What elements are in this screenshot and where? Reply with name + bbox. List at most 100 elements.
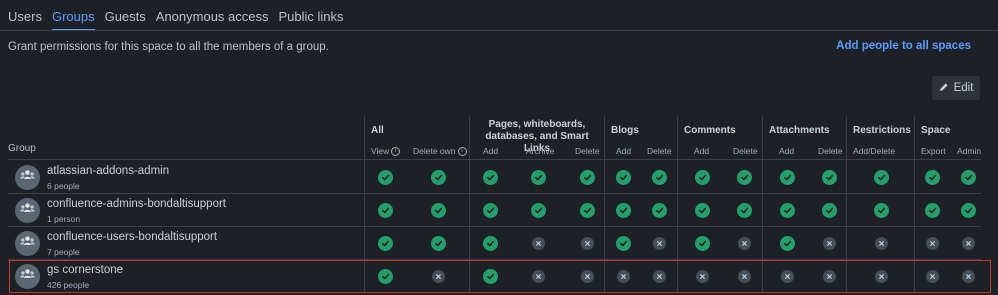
cross-circle-icon[interactable] — [531, 236, 545, 250]
column-header-restrictions-add-delete: Add/Delete — [853, 146, 895, 156]
column-header-attachments-delete: Delete — [818, 146, 843, 156]
check-circle-icon[interactable] — [530, 202, 546, 218]
check-circle-icon[interactable] — [924, 169, 940, 185]
column-header-blogs-add: Add — [616, 146, 631, 156]
check-circle-icon[interactable] — [482, 235, 498, 251]
column-header-label: Admin — [957, 146, 982, 156]
tabs-divider — [0, 30, 998, 31]
check-circle-icon[interactable] — [736, 202, 752, 218]
check-circle-icon[interactable] — [694, 202, 710, 218]
cross-circle-icon[interactable] — [874, 236, 888, 250]
check-circle-icon[interactable] — [736, 169, 752, 185]
column-header-label: Delete — [733, 146, 758, 156]
column-group-header: Restrictions — [853, 125, 911, 136]
column-header-label: View — [371, 146, 390, 156]
cross-circle-icon[interactable] — [925, 236, 939, 250]
check-circle-icon[interactable] — [377, 235, 393, 251]
check-circle-icon[interactable] — [482, 169, 498, 185]
cross-circle-icon[interactable] — [580, 236, 594, 250]
check-circle-icon[interactable] — [615, 202, 631, 218]
group-name[interactable]: confluence-users-bondaltisupport — [47, 231, 217, 243]
column-header-label: Add — [779, 146, 795, 156]
check-circle-icon[interactable] — [579, 202, 595, 218]
column-group-header: Comments — [684, 125, 736, 136]
check-circle-icon[interactable] — [960, 202, 976, 218]
check-circle-icon[interactable] — [779, 235, 795, 251]
column-header-label: Delete — [818, 146, 843, 156]
group-column-header: Group — [8, 143, 36, 154]
column-header-view: View i — [371, 146, 401, 156]
column-header-label: Delete — [575, 146, 600, 156]
column-header-label: Export — [921, 146, 946, 156]
group-icon — [19, 200, 36, 222]
pencil-icon — [939, 82, 949, 95]
check-circle-icon[interactable] — [873, 202, 889, 218]
check-circle-icon[interactable] — [779, 202, 795, 218]
cross-circle-icon[interactable] — [961, 236, 975, 250]
check-circle-icon[interactable] — [482, 202, 498, 218]
check-circle-icon[interactable] — [960, 169, 976, 185]
column-header-comments-add: Add — [694, 146, 709, 156]
column-header-space-export: Export — [921, 146, 946, 156]
column-header-label: Add — [483, 146, 499, 156]
tab-guests[interactable]: Guests — [105, 9, 146, 31]
info-icon[interactable]: i — [457, 146, 467, 156]
check-circle-icon[interactable] — [615, 169, 631, 185]
check-circle-icon[interactable] — [694, 169, 710, 185]
add-people-to-all-spaces-link[interactable]: Add people to all spaces — [836, 40, 971, 52]
column-header-pages-add: Add — [483, 146, 498, 156]
info-icon[interactable]: i — [391, 146, 401, 156]
check-circle-icon[interactable] — [579, 169, 595, 185]
check-circle-icon[interactable] — [430, 202, 446, 218]
column-group-header: Blogs — [611, 125, 639, 136]
table-row: confluence-admins-bondaltisupport 1 perso… — [0, 194, 998, 227]
tab-public-links[interactable]: Public links — [279, 9, 344, 31]
check-circle-icon[interactable] — [530, 169, 546, 185]
row-divider — [8, 159, 981, 160]
column-header-label: Archive — [526, 146, 555, 156]
group-avatar — [15, 231, 40, 256]
check-circle-icon[interactable] — [924, 202, 940, 218]
tab-groups[interactable]: Groups — [51, 9, 95, 31]
check-circle-icon[interactable] — [779, 169, 795, 185]
column-header-pages-archive: Archive — [526, 146, 554, 156]
tab-bar: Users Groups Guests Anonymous access Pub… — [8, 9, 354, 31]
column-header-pages-delete: Delete — [575, 146, 600, 156]
check-circle-icon[interactable] — [651, 169, 667, 185]
group-name[interactable]: confluence-admins-bondaltisupport — [47, 198, 226, 210]
group-avatar — [15, 165, 40, 190]
edit-button[interactable]: Edit — [932, 76, 980, 100]
column-group-header: Space — [921, 125, 951, 136]
column-header-delete-own: Delete own i — [413, 146, 467, 156]
cross-circle-icon[interactable] — [737, 236, 751, 250]
check-circle-icon[interactable] — [377, 202, 393, 218]
check-circle-icon[interactable] — [651, 202, 667, 218]
cross-circle-icon[interactable] — [652, 236, 666, 250]
check-circle-icon[interactable] — [873, 169, 889, 185]
group-icon — [19, 167, 36, 189]
check-circle-icon[interactable] — [430, 169, 446, 185]
table-row: atlassian-addons-admin 6 people — [0, 161, 998, 194]
column-header-label: Add — [616, 146, 632, 156]
group-avatar — [15, 198, 40, 223]
group-member-count: 1 person — [47, 214, 81, 224]
check-circle-icon[interactable] — [694, 235, 710, 251]
check-circle-icon[interactable] — [430, 235, 446, 251]
tab-users[interactable]: Users — [8, 9, 42, 31]
column-header-space-admin: Admin — [957, 146, 981, 156]
column-header-label: Delete own — [413, 146, 456, 156]
column-header-comments-delete: Delete — [733, 146, 758, 156]
group-icon — [19, 233, 36, 255]
cross-circle-icon[interactable] — [822, 236, 836, 250]
check-circle-icon[interactable] — [377, 169, 393, 185]
check-circle-icon[interactable] — [821, 169, 837, 185]
tab-anonymous-access[interactable]: Anonymous access — [156, 9, 269, 31]
group-name[interactable]: atlassian-addons-admin — [47, 165, 169, 177]
column-header-attachments-add: Add — [779, 146, 794, 156]
check-circle-icon[interactable] — [821, 202, 837, 218]
check-circle-icon[interactable] — [615, 235, 631, 251]
edit-button-label: Edit — [953, 82, 974, 94]
group-member-count: 7 people — [47, 247, 80, 257]
column-header-label: Delete — [647, 146, 672, 156]
page-description: Grant permissions for this space to all … — [8, 41, 329, 53]
